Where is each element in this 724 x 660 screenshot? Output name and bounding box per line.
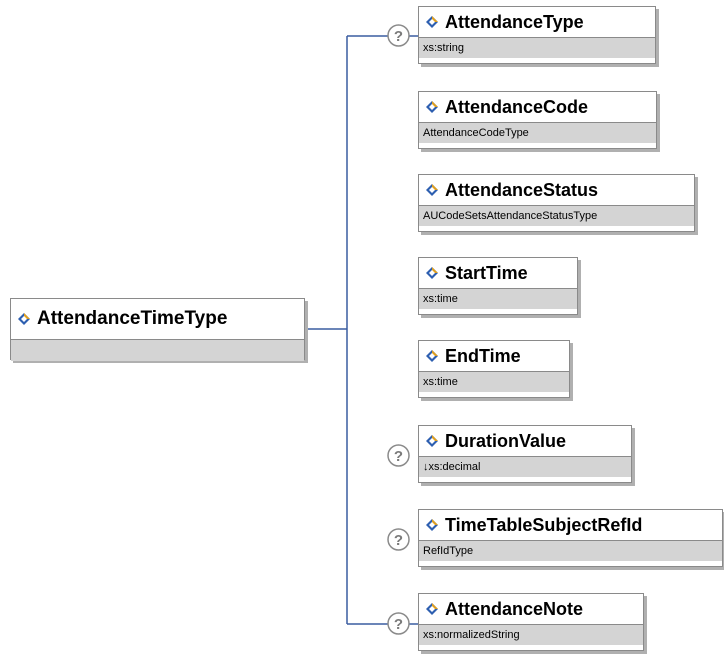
child-element-name: AttendanceStatus — [445, 179, 599, 200]
child-element-type: xs:time — [419, 371, 569, 392]
child-element-box[interactable]: AttendanceType xs:string — [418, 6, 656, 64]
root-element-header: AttendanceTimeType — [11, 299, 304, 339]
child-element-name: DurationValue — [445, 430, 567, 451]
element-icon — [18, 313, 30, 325]
child-element-name: StartTime — [445, 262, 528, 283]
schema-diagram: AttendanceTimeType AttendanceType xs:str… — [0, 0, 724, 660]
svg-text:?: ? — [394, 28, 403, 45]
child-element-box[interactable]: AttendanceNote xs:normalizedString — [418, 593, 644, 651]
child-element-header: StartTime — [419, 258, 577, 288]
child-element-type: xs:string — [419, 37, 655, 58]
child-element-header: AttendanceCode — [419, 92, 656, 122]
child-element-name: TimeTableSubjectRefId — [445, 514, 643, 535]
optional-question-icon: ? — [387, 612, 410, 635]
svg-text:?: ? — [394, 532, 403, 549]
child-element-header: AttendanceNote — [419, 594, 643, 624]
optional-question-icon: ? — [387, 444, 410, 467]
child-element-box[interactable]: TimeTableSubjectRefId RefIdType — [418, 509, 723, 567]
element-icon — [426, 267, 438, 279]
child-element-box[interactable]: DurationValue ↓xs:decimal — [418, 425, 632, 483]
child-element-box[interactable]: AttendanceStatus AUCodeSetsAttendanceSta… — [418, 174, 695, 232]
child-element-type: AUCodeSetsAttendanceStatusType — [419, 205, 694, 226]
optional-question-icon: ? — [387, 528, 410, 551]
element-icon — [426, 350, 438, 362]
child-element-name: AttendanceNote — [445, 598, 584, 619]
child-element-header: AttendanceType — [419, 7, 655, 37]
child-element-box[interactable]: EndTime xs:time — [418, 340, 570, 398]
child-element-type: AttendanceCodeType — [419, 122, 656, 143]
child-element-box[interactable]: StartTime xs:time — [418, 257, 578, 315]
child-element-type: RefIdType — [419, 540, 722, 561]
child-element-header: TimeTableSubjectRefId — [419, 510, 722, 540]
root-element-name: AttendanceTimeType — [37, 308, 228, 329]
child-element-type: xs:time — [419, 288, 577, 309]
element-icon — [426, 435, 438, 447]
child-element-name: EndTime — [445, 345, 521, 366]
svg-text:?: ? — [394, 448, 403, 465]
element-icon — [426, 184, 438, 196]
root-element-type-band — [11, 339, 304, 361]
child-element-type: ↓xs:decimal — [419, 456, 631, 477]
svg-text:?: ? — [394, 616, 403, 633]
child-element-name: AttendanceType — [445, 11, 584, 32]
element-icon — [426, 519, 438, 531]
element-icon — [426, 101, 438, 113]
root-element-box[interactable]: AttendanceTimeType — [10, 298, 305, 361]
element-icon — [426, 16, 438, 28]
child-element-header: DurationValue — [419, 426, 631, 456]
child-element-header: EndTime — [419, 341, 569, 371]
child-element-header: AttendanceStatus — [419, 175, 694, 205]
child-element-box[interactable]: AttendanceCode AttendanceCodeType — [418, 91, 657, 149]
child-element-name: AttendanceCode — [445, 96, 589, 117]
optional-question-icon: ? — [387, 24, 410, 47]
child-element-type: xs:normalizedString — [419, 624, 643, 645]
element-icon — [426, 603, 438, 615]
